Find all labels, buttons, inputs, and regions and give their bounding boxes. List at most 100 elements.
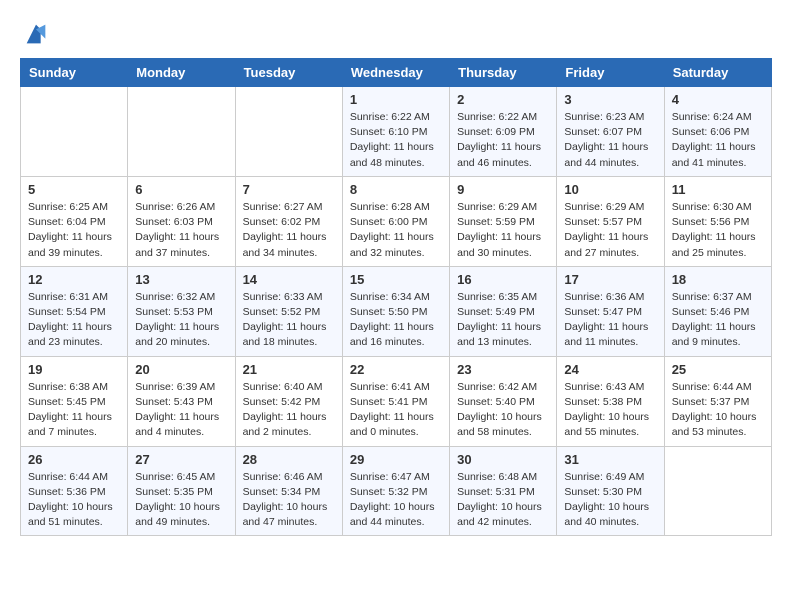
day-info: Sunrise: 6:38 AM Sunset: 5:45 PM Dayligh… bbox=[28, 380, 120, 441]
day-number: 6 bbox=[135, 182, 227, 197]
day-info: Sunrise: 6:49 AM Sunset: 5:30 PM Dayligh… bbox=[564, 470, 656, 531]
calendar-cell: 21 Sunrise: 6:40 AM Sunset: 5:42 PM Dayli… bbox=[235, 356, 342, 446]
calendar-cell: 22 Sunrise: 6:41 AM Sunset: 5:41 PM Dayli… bbox=[342, 356, 449, 446]
day-info: Sunrise: 6:22 AM Sunset: 6:10 PM Dayligh… bbox=[350, 110, 442, 171]
day-info: Sunrise: 6:28 AM Sunset: 6:00 PM Dayligh… bbox=[350, 200, 442, 261]
calendar-cell: 13 Sunrise: 6:32 AM Sunset: 5:53 PM Dayli… bbox=[128, 266, 235, 356]
day-info: Sunrise: 6:23 AM Sunset: 6:07 PM Dayligh… bbox=[564, 110, 656, 171]
day-info: Sunrise: 6:42 AM Sunset: 5:40 PM Dayligh… bbox=[457, 380, 549, 441]
calendar-cell: 1Sunrise: 6:22 AM Sunset: 6:10 PM Daylig… bbox=[342, 87, 449, 177]
calendar-cell: 9Sunrise: 6:29 AM Sunset: 5:59 PM Daylig… bbox=[450, 176, 557, 266]
day-number: 2 bbox=[457, 92, 549, 107]
calendar-cell: 12 Sunrise: 6:31 AM Sunset: 5:54 PM Dayli… bbox=[21, 266, 128, 356]
day-number: 29 bbox=[350, 452, 442, 467]
calendar-cell: 11 Sunrise: 6:30 AM Sunset: 5:56 PM Dayli… bbox=[664, 176, 771, 266]
calendar-cell: 6 Sunrise: 6:26 AM Sunset: 6:03 PM Daylig… bbox=[128, 176, 235, 266]
calendar-cell: 17Sunrise: 6:36 AM Sunset: 5:47 PM Dayli… bbox=[557, 266, 664, 356]
calendar-cell: 24 Sunrise: 6:43 AM Sunset: 5:38 PM Dayli… bbox=[557, 356, 664, 446]
day-info: Sunrise: 6:40 AM Sunset: 5:42 PM Dayligh… bbox=[243, 380, 335, 441]
calendar-cell: 5 Sunrise: 6:25 AM Sunset: 6:04 PM Daylig… bbox=[21, 176, 128, 266]
weekday-header: Friday bbox=[557, 59, 664, 87]
day-number: 14 bbox=[243, 272, 335, 287]
weekday-header: Thursday bbox=[450, 59, 557, 87]
day-info: Sunrise: 6:30 AM Sunset: 5:56 PM Dayligh… bbox=[672, 200, 764, 261]
calendar-cell bbox=[128, 87, 235, 177]
day-number: 11 bbox=[672, 182, 764, 197]
calendar-cell: 29Sunrise: 6:47 AM Sunset: 5:32 PM Dayli… bbox=[342, 446, 449, 536]
calendar-cell: 27 Sunrise: 6:45 AM Sunset: 5:35 PM Dayli… bbox=[128, 446, 235, 536]
day-info: Sunrise: 6:44 AM Sunset: 5:36 PM Dayligh… bbox=[28, 470, 120, 531]
calendar-cell: 8 Sunrise: 6:28 AM Sunset: 6:00 PM Daylig… bbox=[342, 176, 449, 266]
day-info: Sunrise: 6:43 AM Sunset: 5:38 PM Dayligh… bbox=[564, 380, 656, 441]
day-info: Sunrise: 6:33 AM Sunset: 5:52 PM Dayligh… bbox=[243, 290, 335, 351]
day-number: 20 bbox=[135, 362, 227, 377]
day-info: Sunrise: 6:35 AM Sunset: 5:49 PM Dayligh… bbox=[457, 290, 549, 351]
day-info: Sunrise: 6:34 AM Sunset: 5:50 PM Dayligh… bbox=[350, 290, 442, 351]
day-number: 5 bbox=[28, 182, 120, 197]
calendar-cell: 28 Sunrise: 6:46 AM Sunset: 5:34 PM Dayli… bbox=[235, 446, 342, 536]
day-number: 23 bbox=[457, 362, 549, 377]
day-number: 18 bbox=[672, 272, 764, 287]
weekday-header: Saturday bbox=[664, 59, 771, 87]
day-info: Sunrise: 6:32 AM Sunset: 5:53 PM Dayligh… bbox=[135, 290, 227, 351]
day-info: Sunrise: 6:48 AM Sunset: 5:31 PM Dayligh… bbox=[457, 470, 549, 531]
calendar-cell: 10 Sunrise: 6:29 AM Sunset: 5:57 PM Dayli… bbox=[557, 176, 664, 266]
day-info: Sunrise: 6:46 AM Sunset: 5:34 PM Dayligh… bbox=[243, 470, 335, 531]
calendar-cell: 18 Sunrise: 6:37 AM Sunset: 5:46 PM Dayli… bbox=[664, 266, 771, 356]
day-number: 27 bbox=[135, 452, 227, 467]
weekday-header: Tuesday bbox=[235, 59, 342, 87]
day-number: 24 bbox=[564, 362, 656, 377]
calendar-cell: 20 Sunrise: 6:39 AM Sunset: 5:43 PM Dayli… bbox=[128, 356, 235, 446]
day-info: Sunrise: 6:29 AM Sunset: 5:59 PM Dayligh… bbox=[457, 200, 549, 261]
calendar-cell: 23 Sunrise: 6:42 AM Sunset: 5:40 PM Dayli… bbox=[450, 356, 557, 446]
day-info: Sunrise: 6:44 AM Sunset: 5:37 PM Dayligh… bbox=[672, 380, 764, 441]
day-info: Sunrise: 6:27 AM Sunset: 6:02 PM Dayligh… bbox=[243, 200, 335, 261]
calendar-cell bbox=[664, 446, 771, 536]
calendar-cell: 19 Sunrise: 6:38 AM Sunset: 5:45 PM Dayli… bbox=[21, 356, 128, 446]
page-header bbox=[20, 20, 772, 48]
day-number: 12 bbox=[28, 272, 120, 287]
calendar-cell: 26 Sunrise: 6:44 AM Sunset: 5:36 PM Dayli… bbox=[21, 446, 128, 536]
day-info: Sunrise: 6:26 AM Sunset: 6:03 PM Dayligh… bbox=[135, 200, 227, 261]
day-info: Sunrise: 6:29 AM Sunset: 5:57 PM Dayligh… bbox=[564, 200, 656, 261]
day-number: 21 bbox=[243, 362, 335, 377]
day-number: 25 bbox=[672, 362, 764, 377]
calendar-cell: 3 Sunrise: 6:23 AM Sunset: 6:07 PM Daylig… bbox=[557, 87, 664, 177]
day-number: 31 bbox=[564, 452, 656, 467]
day-number: 30 bbox=[457, 452, 549, 467]
calendar-cell: 15 Sunrise: 6:34 AM Sunset: 5:50 PM Dayli… bbox=[342, 266, 449, 356]
day-number: 4 bbox=[672, 92, 764, 107]
calendar-table: SundayMondayTuesdayWednesdayThursdayFrid… bbox=[20, 58, 772, 536]
day-number: 26 bbox=[28, 452, 120, 467]
calendar-cell: 16 Sunrise: 6:35 AM Sunset: 5:49 PM Dayli… bbox=[450, 266, 557, 356]
calendar-cell: 7 Sunrise: 6:27 AM Sunset: 6:02 PM Daylig… bbox=[235, 176, 342, 266]
calendar-cell: 14 Sunrise: 6:33 AM Sunset: 5:52 PM Dayli… bbox=[235, 266, 342, 356]
day-number: 28 bbox=[243, 452, 335, 467]
day-info: Sunrise: 6:39 AM Sunset: 5:43 PM Dayligh… bbox=[135, 380, 227, 441]
logo-icon bbox=[22, 20, 50, 48]
day-info: Sunrise: 6:22 AM Sunset: 6:09 PM Dayligh… bbox=[457, 110, 549, 171]
day-number: 8 bbox=[350, 182, 442, 197]
weekday-header: Sunday bbox=[21, 59, 128, 87]
calendar-cell: 31 Sunrise: 6:49 AM Sunset: 5:30 PM Dayli… bbox=[557, 446, 664, 536]
weekday-header: Wednesday bbox=[342, 59, 449, 87]
calendar-cell bbox=[235, 87, 342, 177]
calendar-cell: 25 Sunrise: 6:44 AM Sunset: 5:37 PM Dayli… bbox=[664, 356, 771, 446]
day-number: 17 bbox=[564, 272, 656, 287]
day-info: Sunrise: 6:45 AM Sunset: 5:35 PM Dayligh… bbox=[135, 470, 227, 531]
day-number: 15 bbox=[350, 272, 442, 287]
day-info: Sunrise: 6:24 AM Sunset: 6:06 PM Dayligh… bbox=[672, 110, 764, 171]
day-info: Sunrise: 6:41 AM Sunset: 5:41 PM Dayligh… bbox=[350, 380, 442, 441]
day-number: 13 bbox=[135, 272, 227, 287]
day-number: 19 bbox=[28, 362, 120, 377]
day-info: Sunrise: 6:25 AM Sunset: 6:04 PM Dayligh… bbox=[28, 200, 120, 261]
day-info: Sunrise: 6:31 AM Sunset: 5:54 PM Dayligh… bbox=[28, 290, 120, 351]
logo bbox=[20, 20, 50, 48]
day-number: 3 bbox=[564, 92, 656, 107]
day-number: 10 bbox=[564, 182, 656, 197]
day-number: 7 bbox=[243, 182, 335, 197]
day-number: 22 bbox=[350, 362, 442, 377]
day-info: Sunrise: 6:37 AM Sunset: 5:46 PM Dayligh… bbox=[672, 290, 764, 351]
day-number: 16 bbox=[457, 272, 549, 287]
calendar-cell: 2 Sunrise: 6:22 AM Sunset: 6:09 PM Daylig… bbox=[450, 87, 557, 177]
